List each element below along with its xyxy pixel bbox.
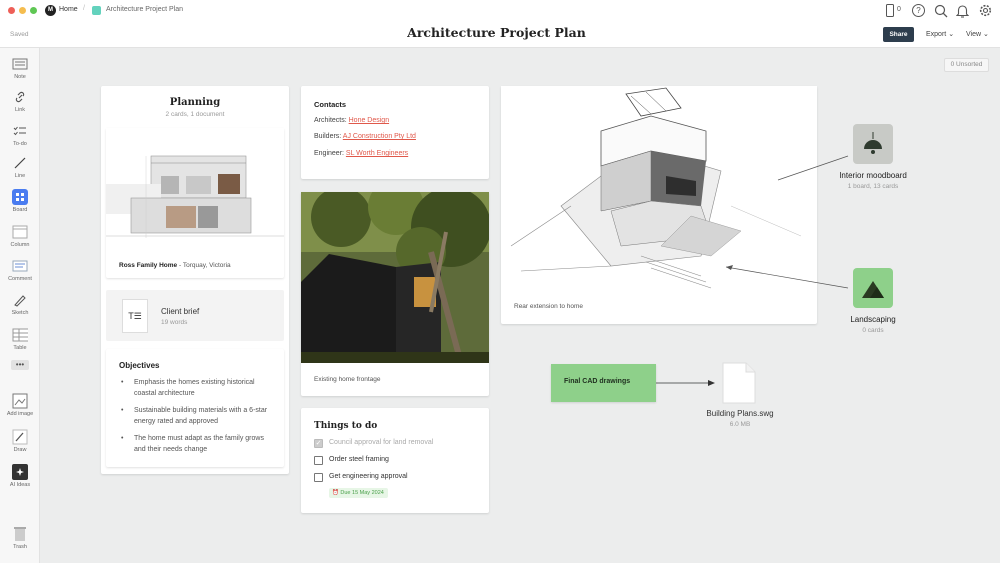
building-plans-file[interactable]: Building Plans.swg 6.0 MB (690, 362, 790, 432)
interior-moodboard-board[interactable]: Interior moodboard 1 board, 13 cards (828, 124, 918, 194)
file-size: 6.0 MB (729, 421, 751, 428)
mountain-icon (853, 268, 893, 308)
final-cad-card[interactable]: Final CAD drawings (551, 364, 656, 402)
landscaping-meta: 0 cards (862, 327, 884, 334)
landscaping-board[interactable]: Landscaping 0 cards (828, 268, 918, 338)
final-cad-label: Final CAD drawings (564, 378, 631, 385)
moodboard-meta: 1 board, 13 cards (847, 183, 899, 190)
lamp-icon (853, 124, 893, 164)
moodboard-title: Interior moodboard (839, 171, 907, 180)
landscaping-title: Landscaping (850, 315, 896, 324)
file-name: Building Plans.swg (706, 409, 774, 418)
file-icon (722, 362, 756, 404)
